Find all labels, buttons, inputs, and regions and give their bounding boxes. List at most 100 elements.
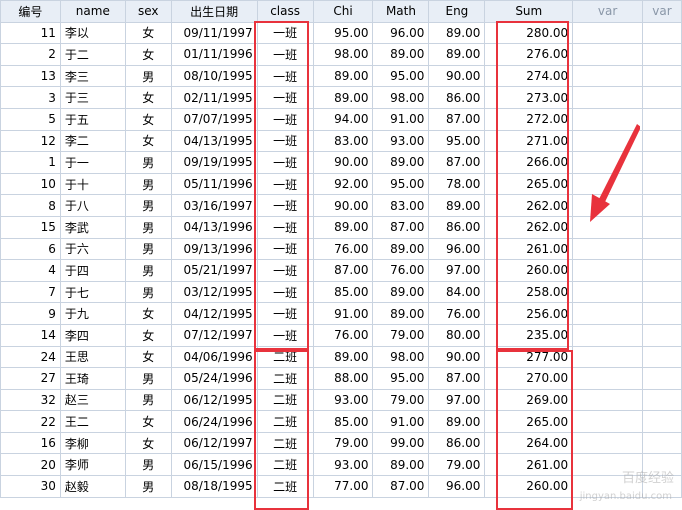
cell-id[interactable]: 9 xyxy=(0,302,61,325)
cell-math[interactable]: 89.00 xyxy=(372,453,430,477)
cell-var-empty[interactable] xyxy=(572,280,643,304)
cell-id[interactable]: 2 xyxy=(0,43,61,66)
cell-sum[interactable]: 269.00 xyxy=(484,388,574,412)
cell-eng[interactable]: 86.00 xyxy=(428,86,486,109)
cell-id[interactable]: 13 xyxy=(0,64,61,88)
cell-var-empty[interactable] xyxy=(641,388,682,412)
cell-sex[interactable]: 男 xyxy=(124,215,172,239)
cell-id[interactable]: 16 xyxy=(0,431,61,455)
cell-id[interactable]: 20 xyxy=(0,453,61,477)
cell-chi[interactable]: 89.00 xyxy=(312,215,374,239)
cell-class[interactable]: 二班 xyxy=(256,475,314,498)
cell-birthdate[interactable]: 04/13/1995 xyxy=(170,129,258,153)
cell-birthdate[interactable]: 08/18/1995 xyxy=(170,475,258,498)
cell-sum[interactable]: 262.00 xyxy=(484,194,574,217)
cell-eng[interactable]: 87.00 xyxy=(428,367,486,390)
cell-class[interactable]: 二班 xyxy=(256,453,314,477)
cell-id[interactable]: 6 xyxy=(0,237,61,261)
cell-math[interactable]: 91.00 xyxy=(372,107,430,131)
cell-id[interactable]: 24 xyxy=(0,345,61,369)
cell-math[interactable]: 95.00 xyxy=(372,172,430,196)
cell-var-empty[interactable] xyxy=(641,151,682,174)
cell-id[interactable]: 11 xyxy=(0,21,61,45)
column-header-math[interactable]: Math xyxy=(372,0,430,23)
cell-class[interactable]: 二班 xyxy=(256,410,314,433)
cell-sum[interactable]: 261.00 xyxy=(484,453,574,477)
cell-var-empty[interactable] xyxy=(572,86,643,109)
cell-sum[interactable]: 266.00 xyxy=(484,151,574,174)
cell-var-empty[interactable] xyxy=(641,475,682,498)
cell-birthdate[interactable]: 07/07/1995 xyxy=(170,107,258,131)
cell-eng[interactable]: 90.00 xyxy=(428,64,486,88)
cell-var-empty[interactable] xyxy=(572,215,643,239)
cell-var-empty[interactable] xyxy=(572,107,643,131)
cell-math[interactable]: 95.00 xyxy=(372,367,430,390)
cell-sex[interactable]: 女 xyxy=(124,129,172,153)
cell-sex[interactable]: 女 xyxy=(124,107,172,131)
cell-eng[interactable]: 84.00 xyxy=(428,280,486,304)
cell-math[interactable]: 96.00 xyxy=(372,21,430,45)
cell-name[interactable]: 王思 xyxy=(59,345,126,369)
cell-var-empty[interactable] xyxy=(572,410,643,433)
cell-var-empty[interactable] xyxy=(641,259,682,282)
cell-sex[interactable]: 女 xyxy=(124,410,172,433)
cell-id[interactable]: 30 xyxy=(0,475,61,498)
cell-chi[interactable]: 88.00 xyxy=(312,367,374,390)
cell-var-empty[interactable] xyxy=(641,302,682,325)
cell-var-empty[interactable] xyxy=(572,194,643,217)
cell-chi[interactable]: 93.00 xyxy=(312,453,374,477)
cell-name[interactable]: 李四 xyxy=(59,323,126,347)
cell-class[interactable]: 一班 xyxy=(256,129,314,153)
cell-var-empty[interactable] xyxy=(572,21,643,45)
column-header-name[interactable]: name xyxy=(59,0,126,23)
cell-id[interactable]: 7 xyxy=(0,280,61,304)
cell-id[interactable]: 5 xyxy=(0,107,61,131)
cell-class[interactable]: 一班 xyxy=(256,64,314,88)
column-header-sum[interactable]: Sum xyxy=(484,0,574,23)
cell-chi[interactable]: 89.00 xyxy=(312,345,374,369)
cell-var-empty[interactable] xyxy=(641,367,682,390)
cell-birthdate[interactable]: 06/12/1997 xyxy=(170,431,258,455)
cell-eng[interactable]: 96.00 xyxy=(428,475,486,498)
cell-sex[interactable]: 男 xyxy=(124,367,172,390)
cell-var-empty[interactable] xyxy=(641,194,682,217)
cell-var-empty[interactable] xyxy=(572,431,643,455)
cell-sum[interactable]: 276.00 xyxy=(484,43,574,66)
cell-chi[interactable]: 76.00 xyxy=(312,323,374,347)
cell-class[interactable]: 一班 xyxy=(256,215,314,239)
cell-var-empty[interactable] xyxy=(572,259,643,282)
cell-name[interactable]: 于十 xyxy=(59,172,126,196)
cell-eng[interactable]: 95.00 xyxy=(428,129,486,153)
column-header-sex[interactable]: sex xyxy=(124,0,172,23)
cell-math[interactable]: 79.00 xyxy=(372,388,430,412)
cell-name[interactable]: 于七 xyxy=(59,280,126,304)
cell-chi[interactable]: 85.00 xyxy=(312,280,374,304)
cell-var-empty[interactable] xyxy=(572,345,643,369)
cell-sum[interactable]: 277.00 xyxy=(484,345,574,369)
cell-eng[interactable]: 89.00 xyxy=(428,43,486,66)
cell-var-empty[interactable] xyxy=(641,129,682,153)
cell-name[interactable]: 王二 xyxy=(59,410,126,433)
cell-class[interactable]: 二班 xyxy=(256,367,314,390)
cell-birthdate[interactable]: 03/16/1997 xyxy=(170,194,258,217)
cell-math[interactable]: 79.00 xyxy=(372,323,430,347)
column-header-id[interactable]: 编号 xyxy=(0,0,61,23)
cell-eng[interactable]: 87.00 xyxy=(428,151,486,174)
cell-math[interactable]: 98.00 xyxy=(372,345,430,369)
cell-math[interactable]: 93.00 xyxy=(372,129,430,153)
cell-sum[interactable]: 261.00 xyxy=(484,237,574,261)
cell-name[interactable]: 李师 xyxy=(59,453,126,477)
cell-chi[interactable]: 90.00 xyxy=(312,194,374,217)
cell-chi[interactable]: 76.00 xyxy=(312,237,374,261)
column-header-chi[interactable]: Chi xyxy=(312,0,374,23)
cell-name[interactable]: 于二 xyxy=(59,43,126,66)
cell-eng[interactable]: 96.00 xyxy=(428,237,486,261)
cell-name[interactable]: 于六 xyxy=(59,237,126,261)
cell-birthdate[interactable]: 06/15/1996 xyxy=(170,453,258,477)
cell-sex[interactable]: 男 xyxy=(124,237,172,261)
cell-chi[interactable]: 93.00 xyxy=(312,388,374,412)
cell-sex[interactable]: 男 xyxy=(124,172,172,196)
cell-class[interactable]: 一班 xyxy=(256,323,314,347)
cell-math[interactable]: 98.00 xyxy=(372,86,430,109)
cell-chi[interactable]: 83.00 xyxy=(312,129,374,153)
